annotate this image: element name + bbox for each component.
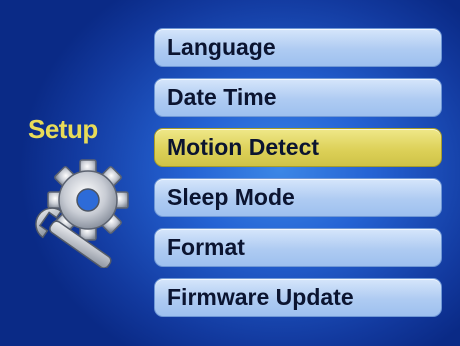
menu-item-motion-detect[interactable]: Motion Detect — [154, 128, 442, 167]
menu-item-firmware-update[interactable]: Firmware Update — [154, 278, 442, 317]
setup-screen: Setup Language Date Time Motion Detect S… — [0, 0, 460, 346]
gear-wrench-icon — [35, 159, 129, 268]
menu-item-format[interactable]: Format — [154, 228, 442, 267]
setup-title: Setup — [28, 114, 98, 144]
menu-item-language[interactable]: Language — [154, 28, 442, 67]
setup-menu: Language Date Time Motion Detect Sleep M… — [154, 28, 442, 328]
menu-item-date-time[interactable]: Date Time — [154, 78, 442, 117]
menu-item-sleep-mode[interactable]: Sleep Mode — [154, 178, 442, 217]
